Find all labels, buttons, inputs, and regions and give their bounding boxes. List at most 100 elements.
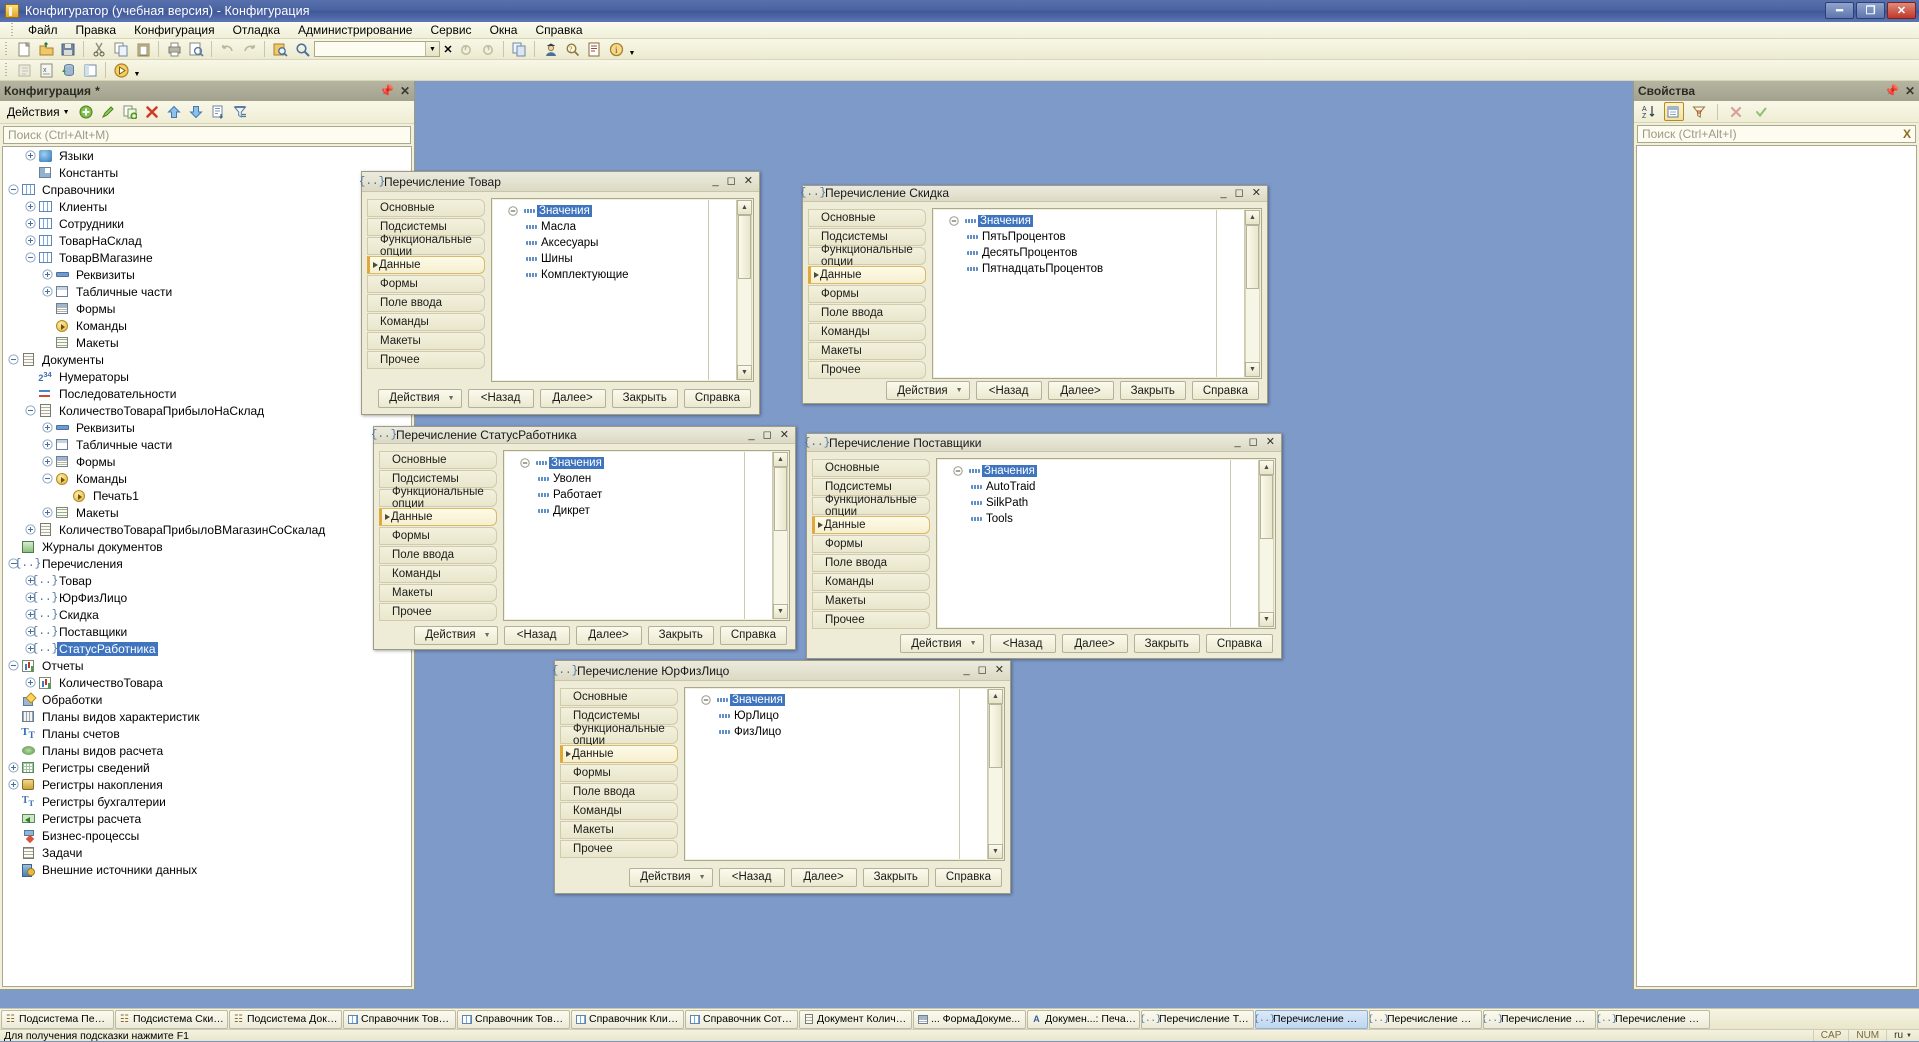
tree-item-25[interactable]: {..} Товар (3, 572, 411, 589)
tree-item-18[interactable]: Формы (3, 453, 411, 470)
pin-icon[interactable]: 📌 (379, 84, 394, 98)
close-window-button[interactable]: Закрыть (862, 867, 929, 887)
nav-item-7[interactable]: Макеты (367, 332, 485, 350)
taskbar-item-13[interactable]: {..} Перечисление По... (1483, 1009, 1596, 1029)
nav-item-2[interactable]: Функциональные опции (808, 244, 926, 268)
enum-values-root[interactable]: Значения (938, 463, 1230, 479)
nav-item-2[interactable]: Функциональные опции (367, 234, 485, 258)
nav-item-8[interactable]: Прочее (812, 611, 930, 630)
nav-item-7[interactable]: Макеты (379, 584, 497, 603)
toolbar-overflow-icon[interactable]: ▼ (132, 61, 142, 80)
tree-item-15[interactable]: КоличествоТовараПрибылоНаСклад (3, 402, 411, 419)
scrollbar-thumb[interactable] (1260, 475, 1273, 540)
tree-item-41[interactable]: Задачи (3, 844, 411, 861)
enum-values-root[interactable]: Значения (686, 692, 959, 708)
toolbar-overflow-icon[interactable]: ▼ (627, 40, 637, 59)
close-button[interactable]: ✕ (1266, 437, 1275, 448)
properties-search-input[interactable]: Поиск (Ctrl+Alt+I) X (1637, 125, 1916, 143)
enum-values-tree[interactable]: Значения Уволен Работает Дикрет (505, 452, 745, 620)
filter-icon[interactable] (230, 103, 250, 122)
taskbar-item-9[interactable]: A Докумен...: Печать1 (1027, 1009, 1140, 1029)
scrollbar-track[interactable] (1245, 224, 1260, 362)
window-win-postavshiki[interactable]: {..} Перечисление Поставщики _ ◻ ✕ Основные По… (804, 433, 1282, 659)
nav-item-6[interactable]: Команды (560, 802, 678, 820)
tree-item-34[interactable]: TT Планы счетов (3, 725, 411, 742)
enum-value-row[interactable]: Tools (938, 511, 1230, 527)
enum-value-row[interactable]: AutoTraid (938, 479, 1230, 495)
tree-item-3[interactable]: Клиенты (3, 198, 411, 215)
close-button[interactable]: ✕ (1252, 187, 1261, 199)
actions-button[interactable]: Действия ▼ (378, 388, 462, 408)
expand-icon[interactable] (7, 778, 20, 791)
move-down-icon[interactable] (186, 103, 206, 122)
tree-item-37[interactable]: Регистры накопления (3, 776, 411, 793)
menu-item-service[interactable]: Сервис (421, 22, 480, 38)
close-window-button[interactable]: Закрыть (1133, 634, 1200, 654)
tree-item-10[interactable]: Команды (3, 317, 411, 334)
scroll-down-icon[interactable]: ▼ (988, 844, 1003, 859)
taskbar-item-4[interactable]: Справочник Товар... (457, 1009, 570, 1029)
close-window-button[interactable]: Закрыть (647, 625, 714, 645)
enum-value-row[interactable]: Уволен (505, 471, 744, 487)
tree-item-7[interactable]: Реквизиты (3, 266, 411, 283)
nav-item-5[interactable]: Поле ввода (812, 554, 930, 573)
database-config-icon[interactable] (58, 61, 78, 80)
back-button[interactable]: <Назад (975, 381, 1042, 401)
collapse-icon[interactable] (7, 659, 20, 672)
expand-icon[interactable] (24, 234, 37, 247)
start-debug-icon[interactable] (111, 61, 131, 80)
maximize-button[interactable]: ◻ (727, 176, 736, 187)
actions-button[interactable]: Действия ▼ (414, 625, 498, 645)
delete-value-icon[interactable] (1726, 102, 1746, 121)
new-document-icon[interactable] (14, 40, 34, 59)
user-wizard-icon[interactable] (540, 40, 560, 59)
paste-icon[interactable] (133, 40, 153, 59)
nav-item-0[interactable]: Основные (367, 199, 485, 217)
expand-icon[interactable] (41, 506, 54, 519)
help-button[interactable]: Справка (1205, 634, 1273, 654)
collapse-icon[interactable] (505, 206, 521, 216)
collapse-icon[interactable] (946, 215, 962, 226)
back-button[interactable]: <Назад (467, 388, 534, 408)
back-button[interactable]: <Назад (503, 625, 570, 645)
configuration-search-input[interactable]: Поиск (Ctrl+Alt+M) (3, 126, 411, 144)
menu-item-administration[interactable]: Администрирование (289, 22, 421, 38)
enum-value-row[interactable]: Комплектующие (493, 267, 708, 283)
nav-item-0[interactable]: Основные (560, 688, 678, 706)
collapse-icon[interactable] (517, 458, 533, 469)
nav-item-4[interactable]: Формы (560, 764, 678, 782)
enum-value-row[interactable]: Шины (493, 251, 708, 267)
collapse-icon[interactable] (41, 472, 54, 485)
sort-az-icon[interactable]: AZ (1639, 102, 1659, 121)
tree-item-1[interactable]: Константы (3, 164, 411, 181)
add-icon[interactable] (76, 103, 96, 122)
tree-item-23[interactable]: Журналы документов (3, 538, 411, 555)
chevron-down-icon[interactable]: ▼ (425, 42, 439, 56)
tree-item-17[interactable]: Табличные части (3, 436, 411, 453)
tree-item-9[interactable]: Формы (3, 300, 411, 317)
collapse-icon[interactable] (7, 353, 20, 366)
actions-button[interactable]: Действия ▼ (886, 381, 970, 401)
values-scrollbar[interactable]: ▲ ▼ (1259, 460, 1274, 628)
scroll-down-icon[interactable]: ▼ (1259, 612, 1274, 628)
pin-icon[interactable]: 📌 (1884, 84, 1899, 98)
tree-item-30[interactable]: Отчеты (3, 657, 411, 674)
tree-item-5[interactable]: ТоварНаСклад (3, 232, 411, 249)
nav-item-4[interactable]: Формы (367, 275, 485, 293)
nav-item-4[interactable]: Формы (379, 527, 497, 546)
window-title-bar[interactable]: {..} Перечисление Товар _ ◻ ✕ (359, 172, 759, 192)
tree-item-0[interactable]: Языки (3, 147, 411, 164)
actions-menu-button[interactable]: Действия (4, 105, 63, 119)
close-button[interactable]: ✕ (995, 665, 1004, 676)
help-button[interactable]: Справка (934, 867, 1002, 887)
menu-item-configuration[interactable]: Конфигурация (125, 22, 224, 38)
tree-item-26[interactable]: {..} ЮрФизЛицо (3, 589, 411, 606)
taskbar-item-6[interactable]: Справочник Сотру... (685, 1009, 798, 1029)
minimize-button[interactable]: _ (964, 665, 970, 676)
enum-values-root[interactable]: Значения (493, 203, 708, 219)
expand-icon[interactable] (41, 285, 54, 298)
window-win-status[interactable]: {..} Перечисление СтатусРаботника _ ◻ ✕ Основ… (371, 426, 796, 650)
move-up-icon[interactable] (164, 103, 184, 122)
cut-icon[interactable] (89, 40, 109, 59)
search-combo[interactable]: ▼ (314, 41, 440, 57)
